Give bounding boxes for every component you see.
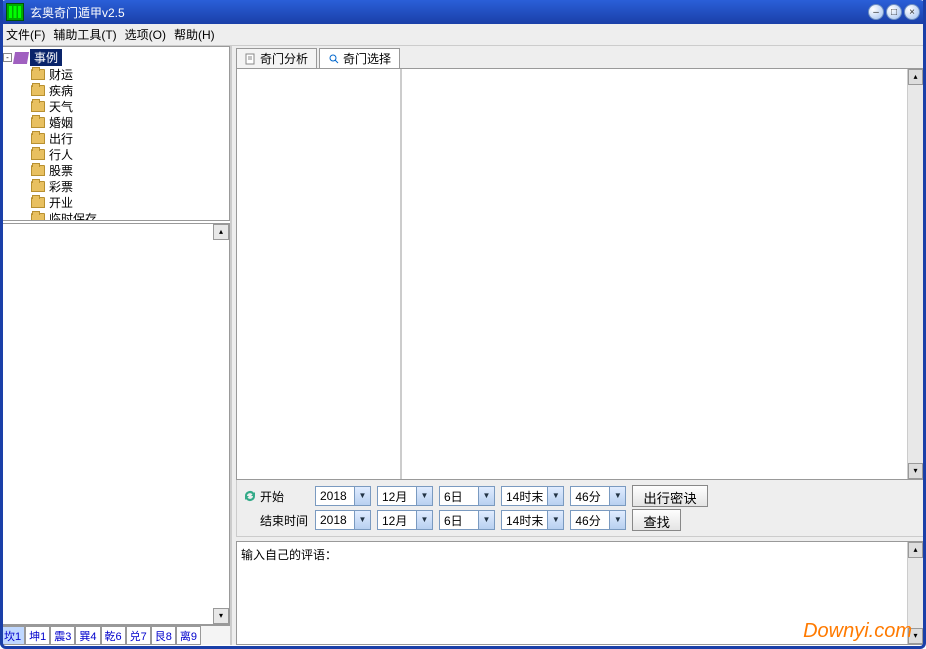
titlebar: 玄奥奇门遁甲v2.5 – □ × <box>0 0 926 24</box>
menu-options[interactable]: 选项(O) <box>125 26 166 43</box>
scroll-up-icon[interactable]: ▴ <box>908 542 923 558</box>
detail-panel: ▴ ▾ <box>0 223 230 625</box>
tree-item-label: 股票 <box>49 162 73 179</box>
menu-file[interactable]: 文件(F) <box>6 26 45 43</box>
menu-tools[interactable]: 辅助工具(T) <box>53 26 116 43</box>
bottom-tab-strip: 坎1坤1震3巽4乾6兑7艮8离9 <box>0 625 230 645</box>
chevron-down-icon: ▼ <box>416 511 432 529</box>
palace-tab[interactable]: 震3 <box>50 626 75 645</box>
tree-item-label: 行人 <box>49 146 73 163</box>
end-minute-select[interactable]: 46分▼ <box>570 510 626 530</box>
tree-item[interactable]: 天气 <box>31 98 227 114</box>
tree-item-label: 疾病 <box>49 82 73 99</box>
folder-icon <box>31 101 45 112</box>
start-minute-select[interactable]: 46分▼ <box>570 486 626 506</box>
tree-item-label: 临时保存 <box>49 210 97 222</box>
start-day-select[interactable]: 6日▼ <box>439 486 495 506</box>
chevron-down-icon: ▼ <box>478 487 494 505</box>
search-button[interactable]: 查找 <box>632 509 681 531</box>
end-hour-select[interactable]: 14时末▼ <box>501 510 564 530</box>
tree-item-label: 天气 <box>49 98 73 115</box>
close-button[interactable]: × <box>904 4 920 20</box>
menubar: 文件(F) 辅助工具(T) 选项(O) 帮助(H) <box>0 24 926 46</box>
start-label: 开始 <box>260 488 284 505</box>
refresh-icon[interactable] <box>243 489 257 503</box>
start-year-select[interactable]: 2018▼ <box>315 486 371 506</box>
folder-icon <box>31 181 45 192</box>
palace-tab[interactable]: 乾6 <box>101 626 126 645</box>
tree-item[interactable]: 疾病 <box>31 82 227 98</box>
end-year-select[interactable]: 2018▼ <box>315 510 371 530</box>
palace-tab[interactable]: 坎1 <box>0 626 25 645</box>
end-month-select[interactable]: 12月▼ <box>377 510 433 530</box>
chevron-down-icon: ▼ <box>416 487 432 505</box>
app-icon <box>6 3 24 21</box>
minimize-button[interactable]: – <box>868 4 884 20</box>
folder-icon <box>31 69 45 80</box>
tree-item[interactable]: 临时保存 <box>31 210 227 221</box>
tree-item[interactable]: 彩票 <box>31 178 227 194</box>
tree-item[interactable]: 婚姻 <box>31 114 227 130</box>
tree-item[interactable]: 行人 <box>31 146 227 162</box>
folder-icon <box>31 85 45 96</box>
content-left-pane <box>237 69 402 479</box>
document-icon <box>245 53 257 65</box>
chevron-down-icon: ▼ <box>609 511 625 529</box>
scroll-down-icon[interactable]: ▾ <box>213 608 229 624</box>
chevron-down-icon: ▼ <box>354 487 370 505</box>
palace-tab[interactable]: 坤1 <box>25 626 50 645</box>
folder-icon <box>31 133 45 144</box>
content-scrollbar[interactable]: ▴ ▾ <box>907 69 923 479</box>
comment-label: 输入自己的评语： <box>241 548 337 562</box>
tab-select-label: 奇门选择 <box>343 50 391 67</box>
start-month-select[interactable]: 12月▼ <box>377 486 433 506</box>
book-icon <box>13 52 29 64</box>
chevron-down-icon: ▼ <box>609 487 625 505</box>
palace-tab[interactable]: 兑7 <box>126 626 151 645</box>
folder-icon <box>31 117 45 128</box>
tab-analysis[interactable]: 奇门分析 <box>236 48 317 68</box>
scroll-up-icon[interactable]: ▴ <box>908 69 923 85</box>
chevron-down-icon: ▼ <box>354 511 370 529</box>
tree-item[interactable]: 出行 <box>31 130 227 146</box>
maximize-button[interactable]: □ <box>886 4 902 20</box>
tree-item-label: 彩票 <box>49 178 73 195</box>
tab-select[interactable]: 奇门选择 <box>319 48 400 68</box>
scroll-down-icon[interactable]: ▾ <box>908 463 923 479</box>
tree-item-label: 出行 <box>49 130 73 147</box>
travel-secret-button[interactable]: 出行密诀 <box>632 485 707 507</box>
scroll-up-icon[interactable]: ▴ <box>213 224 229 240</box>
folder-icon <box>31 213 45 222</box>
tree-item[interactable]: 财运 <box>31 66 227 82</box>
chevron-down-icon: ▼ <box>547 487 563 505</box>
folder-icon <box>31 165 45 176</box>
tree-item-label: 财运 <box>49 66 73 83</box>
palace-tab[interactable]: 巽4 <box>75 626 100 645</box>
menu-help[interactable]: 帮助(H) <box>174 26 215 43</box>
tab-analysis-label: 奇门分析 <box>260 50 308 67</box>
content-split: ▴ ▾ <box>236 68 924 480</box>
end-day-select[interactable]: 6日▼ <box>439 510 495 530</box>
folder-icon <box>31 149 45 160</box>
search-icon <box>328 53 340 65</box>
tree-item[interactable]: 开业 <box>31 194 227 210</box>
palace-tab[interactable]: 艮8 <box>151 626 176 645</box>
window-title: 玄奥奇门遁甲v2.5 <box>30 4 868 21</box>
tree-item-label: 开业 <box>49 194 73 211</box>
tab-row: 奇门分析 奇门选择 <box>236 48 924 68</box>
chevron-down-icon: ▼ <box>478 511 494 529</box>
start-hour-select[interactable]: 14时末▼ <box>501 486 564 506</box>
palace-tab[interactable]: 离9 <box>176 626 201 645</box>
tree-item-label: 婚姻 <box>49 114 73 131</box>
tree-item[interactable]: 股票 <box>31 162 227 178</box>
chevron-down-icon: ▼ <box>547 511 563 529</box>
tree-panel: - 事例 财运疾病天气婚姻出行行人股票彩票开业临时保存 <box>0 46 230 221</box>
content-right-pane <box>402 69 907 479</box>
folder-icon <box>31 197 45 208</box>
tree-root-label[interactable]: 事例 <box>30 49 62 66</box>
date-controls: 开始 2018▼ 12月▼ 6日▼ 14时末▼ 46分▼ 出行密诀 结束时间 2… <box>236 480 924 537</box>
watermark: Downyi.com <box>803 620 912 643</box>
end-label: 结束时间 <box>260 512 308 529</box>
tree-collapse-icon[interactable]: - <box>3 53 12 62</box>
